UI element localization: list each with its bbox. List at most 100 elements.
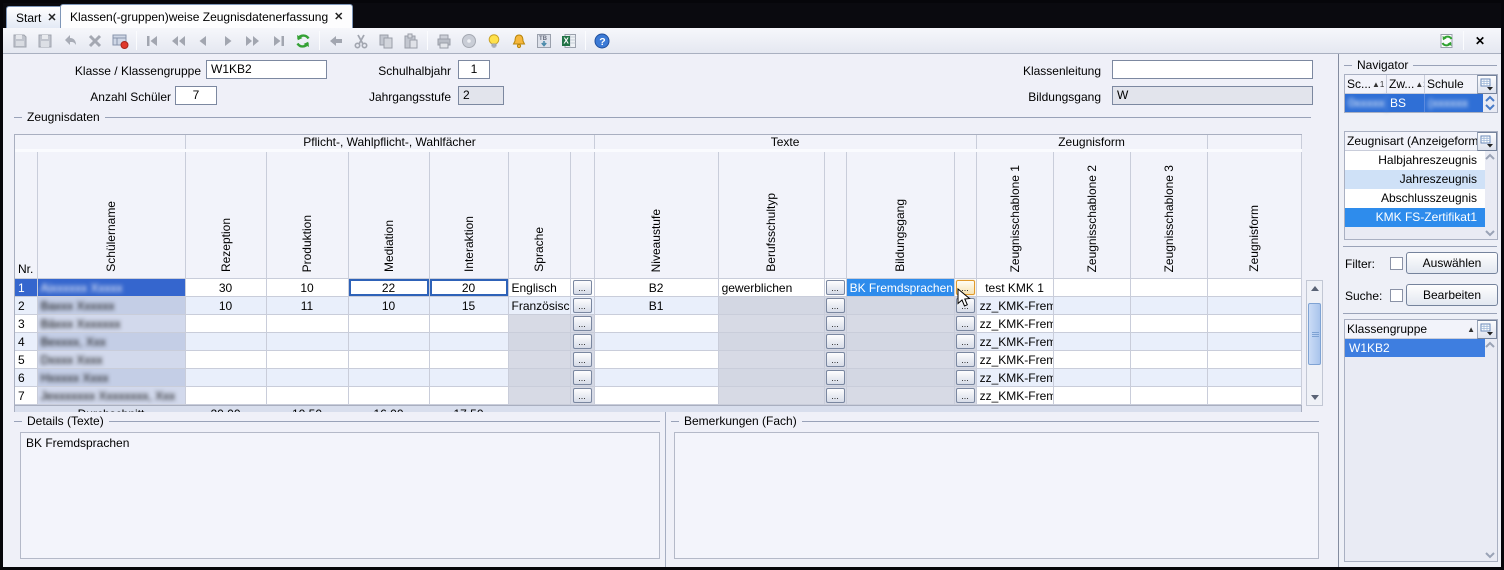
undo-icon[interactable] bbox=[58, 30, 82, 52]
berufsschultyp-cell[interactable] bbox=[718, 369, 824, 387]
ellipsis-button[interactable]: ... bbox=[826, 352, 845, 367]
student-name-cell[interactable]: Aixxxxxx Xxxxx bbox=[37, 279, 185, 297]
tab-zeugnisdatenerfassung[interactable]: Klassen(-gruppen)weise Zeugnisdatenerfas… bbox=[60, 4, 353, 28]
berufsschultyp-cell[interactable] bbox=[718, 351, 824, 369]
zeugnisschablone1-cell[interactable]: zz_KMK-Frem... bbox=[976, 333, 1053, 351]
zeugnisform-cell[interactable] bbox=[1207, 351, 1301, 369]
filter-checkbox[interactable] bbox=[1390, 257, 1403, 270]
klassengruppe-header-label[interactable]: Klassengruppe▲ bbox=[1345, 320, 1477, 338]
sprache-cell[interactable]: Französisch bbox=[508, 297, 570, 315]
ellipsis-button[interactable]: ... bbox=[826, 334, 845, 349]
interaktion-cell[interactable] bbox=[429, 333, 508, 351]
mediation-cell[interactable] bbox=[348, 351, 429, 369]
student-name-cell[interactable]: Baxxx Xxxxxx bbox=[37, 297, 185, 315]
refresh-icon[interactable] bbox=[291, 30, 315, 52]
sync-icon[interactable] bbox=[1435, 30, 1459, 52]
zeugnisschablone1-cell[interactable]: zz_KMK-Frem... bbox=[976, 315, 1053, 333]
bildungsgang-cell[interactable] bbox=[846, 315, 954, 333]
ellipsis-button[interactable]: ... bbox=[573, 352, 592, 367]
berufsschultyp-cell[interactable]: gewerblichen bbox=[718, 279, 824, 297]
row-number-cell[interactable]: 7 bbox=[15, 387, 37, 405]
interaktion-cell[interactable] bbox=[429, 387, 508, 405]
niveaustufe-cell[interactable] bbox=[594, 333, 718, 351]
ellipsis-button[interactable]: ... bbox=[573, 388, 592, 403]
row-number-cell[interactable]: 2 bbox=[15, 297, 37, 315]
zeugnisart-item-abschlusszeugnis[interactable]: Abschlusszeugnis bbox=[1345, 189, 1485, 208]
ellipsis-button[interactable]: ... bbox=[573, 280, 592, 295]
berufsschultyp-cell[interactable] bbox=[718, 387, 824, 405]
grid-options-button[interactable] bbox=[1477, 320, 1497, 339]
klasse-input[interactable]: W1KB2 bbox=[206, 60, 327, 79]
produktion-cell[interactable]: 10 bbox=[266, 279, 348, 297]
nav-next-icon[interactable] bbox=[216, 30, 240, 52]
sprache-cell[interactable] bbox=[508, 351, 570, 369]
nav-prev-icon[interactable] bbox=[191, 30, 215, 52]
help-icon[interactable]: ? bbox=[590, 30, 614, 52]
back-arrow-icon[interactable] bbox=[324, 30, 348, 52]
bildungsgang-cell[interactable]: BK Fremdsprachen bbox=[846, 279, 954, 297]
niveaustufe-cell[interactable]: B1 bbox=[594, 297, 718, 315]
zeugnisschablone2-cell[interactable] bbox=[1053, 387, 1130, 405]
mediation-cell[interactable] bbox=[348, 315, 429, 333]
sprache-cell[interactable] bbox=[508, 333, 570, 351]
bell-icon[interactable] bbox=[507, 30, 531, 52]
zeugnisschablone1-cell[interactable]: test KMK 1 bbox=[976, 279, 1053, 297]
anzahl-input[interactable]: 7 bbox=[175, 86, 217, 105]
zeugnisschablone3-cell[interactable] bbox=[1130, 351, 1207, 369]
interaktion-cell[interactable] bbox=[429, 315, 508, 333]
mediation-cell[interactable] bbox=[348, 387, 429, 405]
berufsschultyp-cell[interactable] bbox=[718, 315, 824, 333]
produktion-cell[interactable]: 11 bbox=[266, 297, 348, 315]
ellipsis-button[interactable]: ... bbox=[573, 370, 592, 385]
cancel-icon[interactable] bbox=[83, 30, 107, 52]
mediation-cell[interactable]: 10 bbox=[348, 297, 429, 315]
print-icon[interactable] bbox=[432, 30, 456, 52]
school-col-header[interactable]: Sc...▲1 bbox=[1345, 75, 1387, 93]
zeugnisschablone1-cell[interactable]: zz_KMK-Frem... bbox=[976, 387, 1053, 405]
close-panel-icon[interactable]: ✕ bbox=[1468, 30, 1492, 52]
berufsschultyp-cell[interactable] bbox=[718, 333, 824, 351]
tb-export-icon[interactable]: TB bbox=[532, 30, 556, 52]
zeugnisschablone2-cell[interactable] bbox=[1053, 369, 1130, 387]
produktion-cell[interactable] bbox=[266, 333, 348, 351]
row-number-cell[interactable]: 1 bbox=[15, 279, 37, 297]
zeugnisform-cell[interactable] bbox=[1207, 369, 1301, 387]
zeugnisart-item-halbjahreszeugnis[interactable]: Halbjahreszeugnis bbox=[1345, 151, 1485, 170]
rezeption-cell[interactable] bbox=[185, 315, 266, 333]
disc-icon[interactable] bbox=[457, 30, 481, 52]
produktion-cell[interactable] bbox=[266, 351, 348, 369]
ellipsis-button[interactable]: ... bbox=[956, 352, 975, 367]
zeugnisart-header-label[interactable]: Zeugnisart (Anzeigeform) bbox=[1345, 132, 1477, 150]
ellipsis-button[interactable]: ... bbox=[956, 316, 975, 331]
grid-options-button[interactable] bbox=[1477, 75, 1497, 94]
zeugnisschablone2-cell[interactable] bbox=[1053, 333, 1130, 351]
chevron-up-icon[interactable] bbox=[1484, 341, 1496, 349]
zeugnisschablone2-cell[interactable] bbox=[1053, 351, 1130, 369]
mediation-cell[interactable] bbox=[348, 369, 429, 387]
school-scroll[interactable] bbox=[1483, 94, 1497, 112]
rezeption-cell[interactable] bbox=[185, 351, 266, 369]
rezeption-cell[interactable] bbox=[185, 333, 266, 351]
niveaustufe-cell[interactable]: B2 bbox=[594, 279, 718, 297]
row-number-cell[interactable]: 6 bbox=[15, 369, 37, 387]
scrollbar-thumb[interactable] bbox=[1308, 303, 1321, 365]
student-name-cell[interactable]: Hxxxxx Xxxx bbox=[37, 369, 185, 387]
scroll-down-icon[interactable] bbox=[1307, 390, 1322, 405]
school-col-header[interactable]: Schule bbox=[1425, 75, 1477, 93]
zeugnisschablone3-cell[interactable] bbox=[1130, 333, 1207, 351]
zeugnisschablone1-cell[interactable]: zz_KMK-Frem... bbox=[976, 369, 1053, 387]
row-number-cell[interactable]: 3 bbox=[15, 315, 37, 333]
student-name-cell[interactable]: Dxxxx Xxxx bbox=[37, 351, 185, 369]
close-tab-icon[interactable]: ✕ bbox=[47, 13, 56, 23]
mediation-cell[interactable]: 22 bbox=[348, 279, 429, 297]
row-number-cell[interactable]: 5 bbox=[15, 351, 37, 369]
zeugnisschablone3-cell[interactable] bbox=[1130, 387, 1207, 405]
niveaustufe-cell[interactable] bbox=[594, 351, 718, 369]
zeugnisart-item-jahreszeugnis[interactable]: Jahreszeugnis bbox=[1345, 170, 1485, 189]
nav-last-icon[interactable] bbox=[266, 30, 290, 52]
nav-next-page-icon[interactable] bbox=[241, 30, 265, 52]
chevron-down-icon[interactable] bbox=[1484, 229, 1496, 237]
bearbeiten-button[interactable]: Bearbeiten bbox=[1406, 284, 1498, 306]
rezeption-cell[interactable]: 10 bbox=[185, 297, 266, 315]
zeugnisform-cell[interactable] bbox=[1207, 333, 1301, 351]
